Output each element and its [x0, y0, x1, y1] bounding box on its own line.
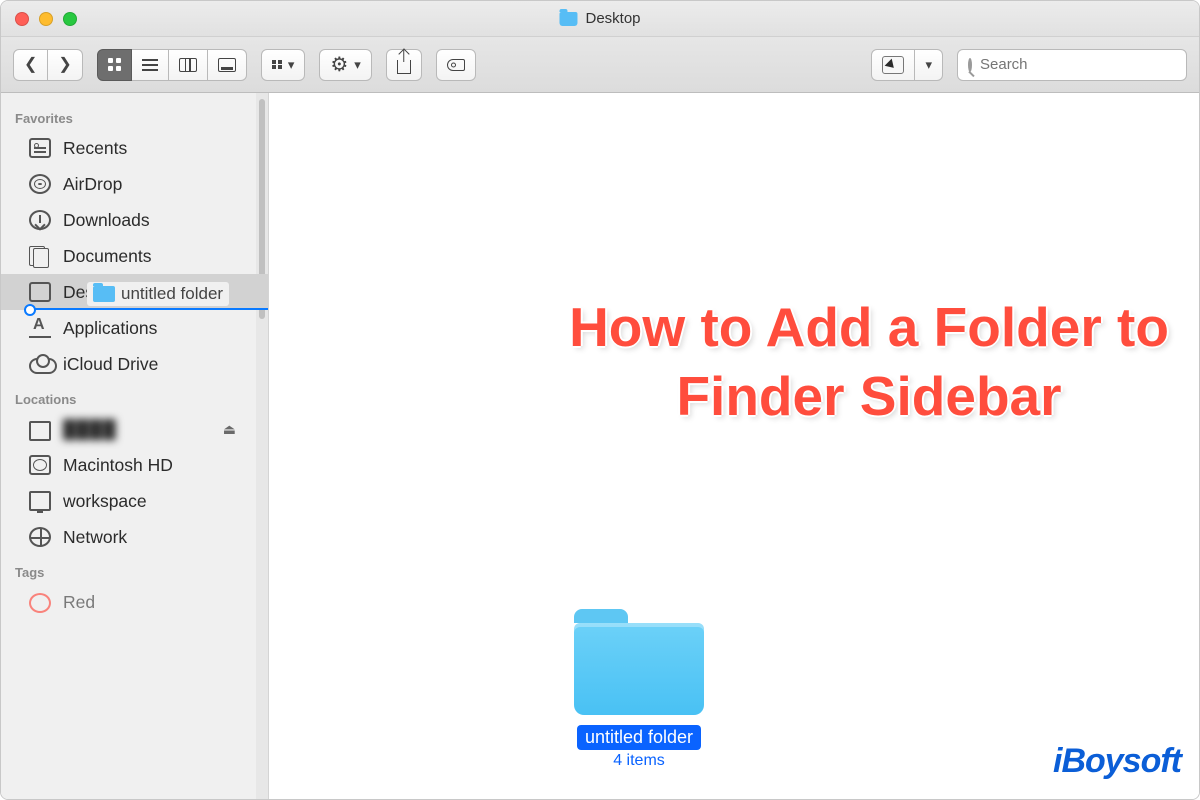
- sidebar: Favorites Recents AirDrop Downloads Docu…: [1, 93, 269, 799]
- sidebar-item-tag-red[interactable]: Red: [1, 584, 268, 620]
- sidebar-section-favorites: Favorites: [1, 101, 268, 130]
- sidebar-section-tags: Tags: [1, 555, 268, 584]
- tag-red-icon: [29, 593, 51, 613]
- back-button[interactable]: ❮: [13, 49, 48, 81]
- finder-window: Desktop ❮ ❯ ▾: [0, 0, 1200, 800]
- sidebar-item-label: Documents: [63, 246, 152, 267]
- column-view-button[interactable]: [169, 49, 208, 81]
- group-icon: [272, 60, 282, 69]
- eject-icon[interactable]: ⏏: [223, 421, 236, 438]
- window-title: Desktop: [559, 10, 640, 27]
- chevron-down-icon: ▾: [925, 58, 932, 71]
- hard-disk-icon: [29, 455, 51, 475]
- recents-icon: [29, 138, 51, 158]
- sidebar-item-macintosh-hd[interactable]: Macintosh HD: [1, 447, 268, 483]
- sidebar-item-label: workspace: [63, 491, 147, 512]
- list-icon: [142, 59, 158, 71]
- grid-icon: [108, 58, 121, 71]
- window-title-text: Desktop: [585, 10, 640, 27]
- group-by-button[interactable]: ▾: [261, 49, 306, 81]
- sidebar-section-locations: Locations: [1, 382, 268, 411]
- search-input[interactable]: [980, 56, 1179, 73]
- airdrop-icon: [29, 174, 51, 194]
- nav-buttons: ❮ ❯: [13, 49, 83, 81]
- sidebar-item-network[interactable]: Network: [1, 519, 268, 555]
- folder-name: untitled folder: [577, 725, 701, 750]
- sidebar-item-downloads[interactable]: Downloads: [1, 202, 268, 238]
- titlebar: Desktop: [1, 1, 1199, 37]
- overlay-heading: How to Add a Folder to Finder Sidebar: [569, 293, 1169, 431]
- tags-button[interactable]: [436, 49, 476, 81]
- folder-icon: [559, 12, 577, 26]
- tag-icon: [447, 59, 465, 71]
- body: Favorites Recents AirDrop Downloads Docu…: [1, 93, 1199, 799]
- sidebar-item-documents[interactable]: Documents: [1, 238, 268, 274]
- sidebar-item-label: iCloud Drive: [63, 354, 158, 375]
- sidebar-item-label: Red: [63, 592, 95, 613]
- search-icon: [968, 58, 972, 72]
- content-area[interactable]: How to Add a Folder to Finder Sidebar un…: [269, 93, 1199, 799]
- forward-button[interactable]: ❯: [48, 49, 82, 81]
- folder-icon: [93, 286, 115, 302]
- sidebar-item-airdrop[interactable]: AirDrop: [1, 166, 268, 202]
- gear-icon: ⚙: [330, 55, 348, 75]
- toolbar: ❮ ❯ ▾ ⚙ ▾: [1, 37, 1199, 93]
- documents-icon: [29, 246, 51, 266]
- sidebar-scrollbar[interactable]: [256, 93, 268, 799]
- folder-icon: [574, 623, 704, 715]
- sidebar-item-label: Downloads: [63, 210, 150, 231]
- sidebar-item-label: Macintosh HD: [63, 455, 173, 476]
- sidebar-item-label: Network: [63, 527, 127, 548]
- external-disk-icon: [29, 421, 51, 441]
- maximize-button[interactable]: [63, 12, 77, 26]
- computer-icon: [29, 491, 51, 511]
- share-icon: [397, 60, 411, 74]
- drag-ghost: untitled folder: [87, 282, 229, 306]
- sidebar-item-label: AirDrop: [63, 174, 122, 195]
- minimize-button[interactable]: [39, 12, 53, 26]
- network-icon: [29, 527, 51, 547]
- cursor-icon: [882, 56, 904, 74]
- window-controls: [15, 12, 77, 26]
- folder-item-count: 4 items: [613, 752, 665, 770]
- sidebar-item-workspace[interactable]: workspace: [1, 483, 268, 519]
- sidebar-item-icloud[interactable]: iCloud Drive: [1, 346, 268, 382]
- chevron-down-icon: ▾: [354, 58, 361, 71]
- drop-indicator: [29, 308, 269, 310]
- sidebar-item-volume-blurred[interactable]: ████ ⏏: [1, 411, 268, 447]
- downloads-icon: [29, 210, 51, 230]
- columns-icon: [179, 58, 197, 72]
- chevron-down-icon: ▾: [288, 58, 295, 71]
- cloud-icon: [29, 354, 51, 374]
- desktop-icon: [29, 282, 51, 302]
- sidebar-item-applications[interactable]: Applications: [1, 310, 268, 346]
- gallery-view-button[interactable]: [208, 49, 247, 81]
- toggle-preview-menu[interactable]: ▾: [915, 49, 943, 81]
- toggle-preview-button[interactable]: [871, 49, 915, 81]
- toggle-preview-buttons: ▾: [871, 49, 943, 81]
- sidebar-item-label: Recents: [63, 138, 127, 159]
- drag-ghost-label: untitled folder: [121, 284, 223, 304]
- share-button[interactable]: [386, 49, 422, 81]
- sidebar-item-label: Applications: [63, 318, 157, 339]
- icon-view-button[interactable]: [97, 49, 132, 81]
- folder-item[interactable]: untitled folder 4 items: [554, 623, 724, 770]
- action-menu-button[interactable]: ⚙ ▾: [319, 49, 371, 81]
- applications-icon: [29, 318, 51, 338]
- gallery-icon: [218, 58, 236, 72]
- view-mode-buttons: [97, 49, 247, 81]
- close-button[interactable]: [15, 12, 29, 26]
- sidebar-item-recents[interactable]: Recents: [1, 130, 268, 166]
- search-box[interactable]: [957, 49, 1187, 81]
- watermark: iBoysoft: [1053, 742, 1181, 781]
- list-view-button[interactable]: [132, 49, 169, 81]
- sidebar-item-label-blurred: ████: [63, 419, 117, 440]
